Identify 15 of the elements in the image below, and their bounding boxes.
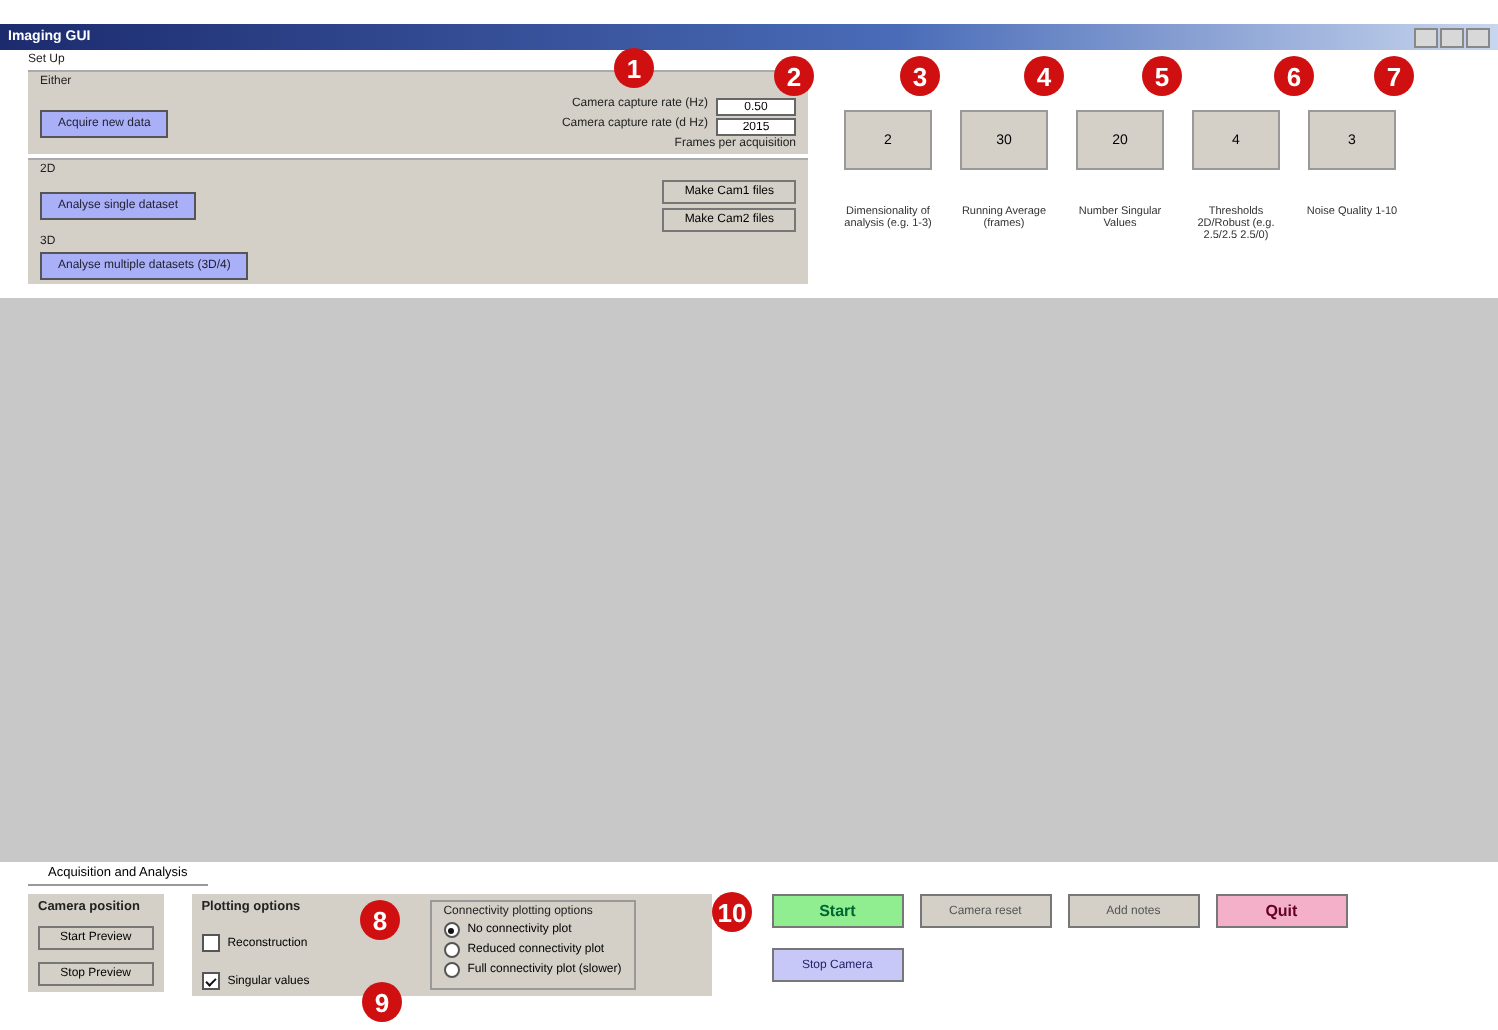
- action-button[interactable]: Quit: [1215, 894, 1348, 928]
- number-badge: 5: [1142, 56, 1182, 96]
- radio-button[interactable]: [443, 922, 460, 938]
- number-badge: 9: [362, 982, 402, 1022]
- number-badge: 4: [1024, 56, 1064, 96]
- radio-button[interactable]: [443, 962, 460, 978]
- action-button[interactable]: Start: [771, 894, 904, 928]
- checkbox[interactable]: [201, 972, 220, 990]
- number-badge: 10: [712, 892, 752, 932]
- checkbox[interactable]: [201, 934, 220, 952]
- radio-button[interactable]: [443, 942, 460, 958]
- number-badge: 2: [774, 56, 814, 96]
- number-badge: 7: [1374, 56, 1414, 96]
- number-badge: 3: [900, 56, 940, 96]
- number-badge: 6: [1274, 56, 1314, 96]
